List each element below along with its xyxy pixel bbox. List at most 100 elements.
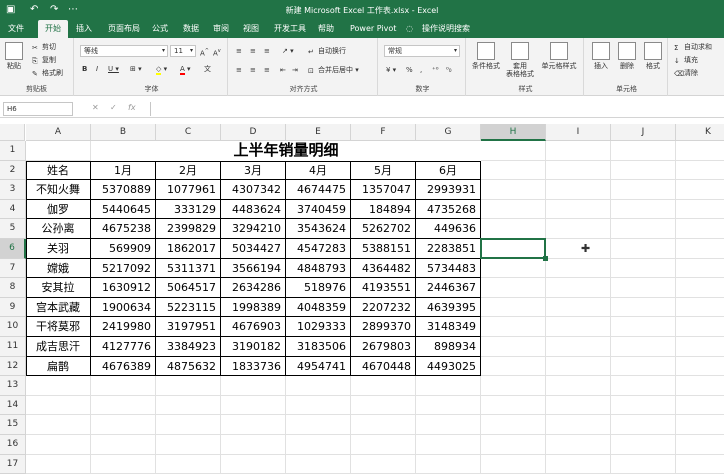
- value-cell[interactable]: 4848793: [286, 258, 351, 279]
- autosum-button[interactable]: Σ 自动求和: [674, 42, 712, 52]
- value-cell[interactable]: 3190182: [221, 337, 286, 357]
- cell[interactable]: [676, 278, 724, 298]
- value-cell[interactable]: 3294210: [221, 219, 286, 239]
- cell[interactable]: [221, 454, 286, 474]
- cell[interactable]: [611, 239, 676, 259]
- name-cell[interactable]: 安其拉: [26, 278, 91, 298]
- cell[interactable]: [676, 317, 724, 337]
- cell[interactable]: [351, 395, 416, 416]
- cell[interactable]: [676, 219, 724, 239]
- cell[interactable]: [611, 297, 676, 318]
- column-header-J[interactable]: J: [611, 124, 676, 141]
- cell[interactable]: [676, 337, 724, 357]
- cell[interactable]: [26, 141, 91, 161]
- cell[interactable]: [91, 415, 156, 435]
- value-cell[interactable]: 1029333: [286, 317, 351, 337]
- cell[interactable]: [676, 180, 724, 200]
- cell[interactable]: [351, 454, 416, 474]
- align-left-icon[interactable]: ≡: [236, 65, 242, 75]
- cell[interactable]: [221, 376, 286, 396]
- delete-cells-button[interactable]: 删除: [614, 42, 640, 70]
- value-cell[interactable]: 4127776: [91, 337, 156, 357]
- value-cell[interactable]: 3566194: [221, 258, 286, 279]
- cell[interactable]: [26, 395, 91, 416]
- shrink-font-button[interactable]: Av: [213, 46, 221, 58]
- table-header-cell[interactable]: 姓名: [26, 160, 91, 181]
- cell[interactable]: [156, 376, 221, 396]
- cell[interactable]: [286, 395, 351, 416]
- value-cell[interactable]: 4675238: [91, 219, 156, 239]
- value-cell[interactable]: 3384923: [156, 337, 221, 357]
- value-cell[interactable]: 2283851: [416, 239, 481, 259]
- value-cell[interactable]: 1998389: [221, 297, 286, 318]
- cell[interactable]: [481, 395, 546, 416]
- font-name-dropdown[interactable]: 等线 ▾: [80, 45, 168, 57]
- name-cell[interactable]: 宫本武藏: [26, 297, 91, 318]
- cell[interactable]: [611, 219, 676, 239]
- tab-data[interactable]: 数据: [181, 20, 201, 38]
- tab-help[interactable]: 帮助: [316, 20, 336, 38]
- cell[interactable]: [221, 395, 286, 416]
- value-cell[interactable]: 569909: [91, 239, 156, 259]
- table-header-cell[interactable]: 5月: [351, 160, 416, 181]
- name-cell[interactable]: 关羽: [26, 239, 91, 259]
- cell[interactable]: [481, 297, 546, 318]
- cell[interactable]: [91, 376, 156, 396]
- cell[interactable]: [481, 415, 546, 435]
- sheet-title-cell[interactable]: 上半年销量明细: [91, 141, 481, 161]
- cell[interactable]: [611, 199, 676, 220]
- row-header-2[interactable]: 2: [0, 160, 26, 181]
- cell[interactable]: [546, 239, 611, 259]
- value-cell[interactable]: 2419980: [91, 317, 156, 337]
- value-cell[interactable]: 4048359: [286, 297, 351, 318]
- cell[interactable]: [91, 395, 156, 416]
- cell[interactable]: [481, 239, 546, 259]
- cell[interactable]: [676, 455, 724, 474]
- cell[interactable]: [546, 356, 611, 377]
- value-cell[interactable]: 5262702: [351, 219, 416, 239]
- cell[interactable]: [286, 454, 351, 474]
- format-painter-button[interactable]: ✎ 格式刷: [32, 68, 63, 78]
- value-cell[interactable]: 3740459: [286, 199, 351, 220]
- table-header-cell[interactable]: 3月: [221, 160, 286, 181]
- cell[interactable]: [416, 395, 481, 416]
- row-header-14[interactable]: 14: [0, 395, 26, 416]
- wrap-text-button[interactable]: ↵ 自动换行: [308, 46, 346, 56]
- orientation-icon[interactable]: ↗ ▾: [282, 46, 294, 56]
- cell[interactable]: [481, 199, 546, 220]
- cell[interactable]: [676, 141, 724, 161]
- value-cell[interactable]: 4639395: [416, 297, 481, 318]
- value-cell[interactable]: 333129: [156, 199, 221, 220]
- font-color-icon[interactable]: A ▾: [180, 64, 191, 75]
- insert-function-icon[interactable]: fx: [128, 103, 136, 112]
- cell[interactable]: [221, 415, 286, 435]
- cell[interactable]: [546, 180, 611, 200]
- cell[interactable]: [351, 376, 416, 396]
- column-header-I[interactable]: I: [546, 124, 611, 141]
- row-header-16[interactable]: 16: [0, 435, 26, 455]
- cell[interactable]: [676, 415, 724, 435]
- value-cell[interactable]: 4735268: [416, 199, 481, 220]
- align-top-icon[interactable]: ≡: [236, 46, 242, 56]
- cut-button[interactable]: ✂ 剪切: [32, 42, 56, 52]
- value-cell[interactable]: 4307342: [221, 180, 286, 200]
- tab-insert[interactable]: 插入: [74, 20, 94, 38]
- column-header-K[interactable]: K: [676, 124, 724, 141]
- cell[interactable]: [481, 160, 546, 181]
- row-header-3[interactable]: 3: [0, 180, 26, 200]
- tab-page-layout[interactable]: 页面布局: [106, 20, 142, 38]
- cell[interactable]: [156, 395, 221, 416]
- tab-review[interactable]: 审阅: [211, 20, 231, 38]
- tab-home[interactable]: 开始: [38, 20, 68, 38]
- conditional-format-button[interactable]: 条件格式: [470, 42, 502, 70]
- cell[interactable]: [221, 435, 286, 455]
- column-header-E[interactable]: E: [286, 124, 351, 141]
- cell[interactable]: [481, 454, 546, 474]
- cell[interactable]: [676, 435, 724, 455]
- tab-file[interactable]: 文件: [6, 20, 26, 38]
- name-cell[interactable]: 不知火舞: [26, 180, 91, 200]
- cell[interactable]: [676, 357, 724, 377]
- percent-icon[interactable]: %: [406, 65, 413, 75]
- value-cell[interactable]: 5034427: [221, 239, 286, 259]
- font-size-dropdown[interactable]: 11 ▾: [170, 45, 196, 57]
